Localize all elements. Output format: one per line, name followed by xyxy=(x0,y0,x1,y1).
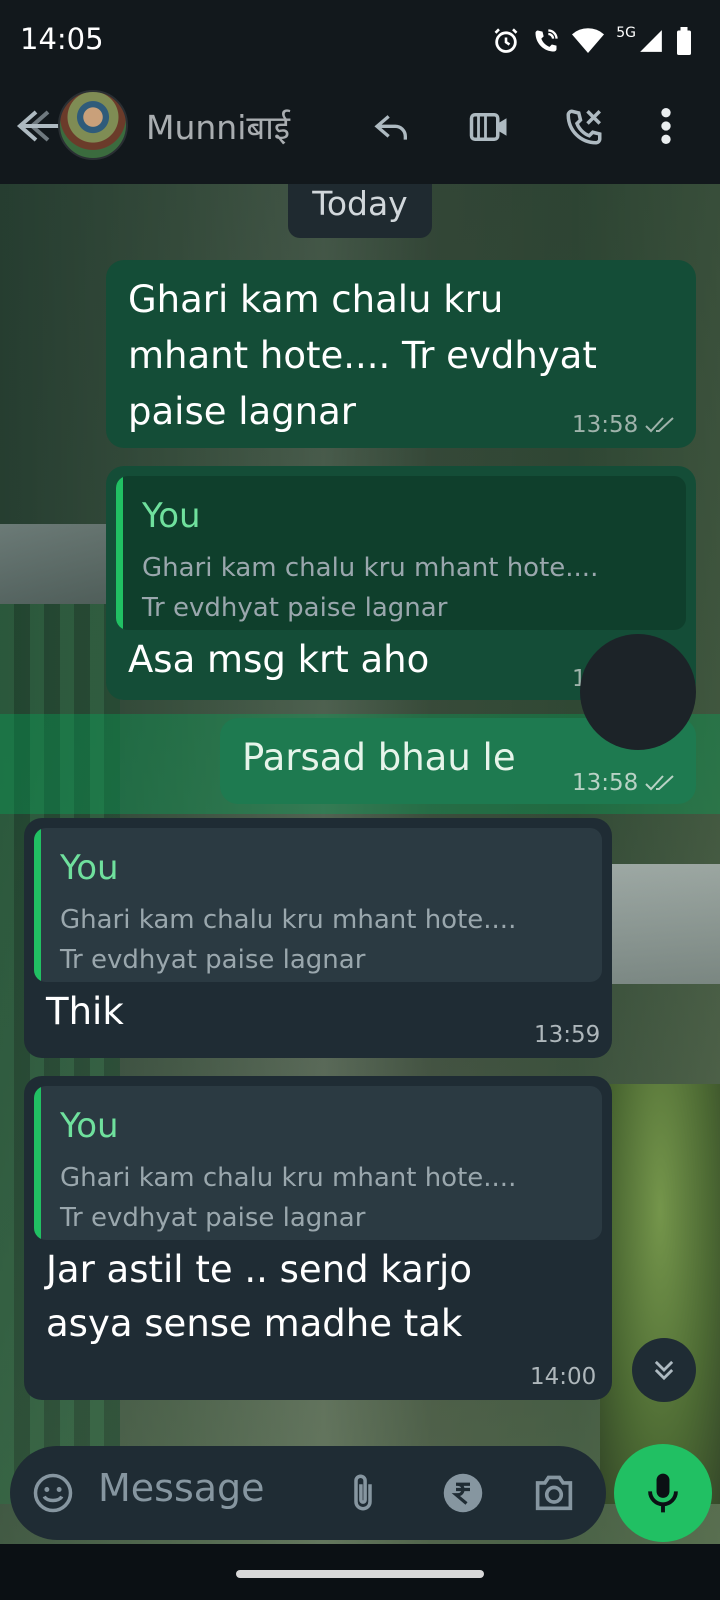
message-text: Asa msg krt aho xyxy=(128,638,430,681)
message-composer[interactable]: Message xyxy=(10,1446,606,1540)
wallpaper-roof xyxy=(600,864,720,984)
reply-icon[interactable] xyxy=(370,108,414,148)
message-meta: 13:59 xyxy=(534,1022,600,1048)
avatar[interactable] xyxy=(58,90,128,160)
quote-text: Ghari kam chalu kru mhant hote.... Tr ev… xyxy=(60,905,517,975)
attach-icon[interactable] xyxy=(348,1472,378,1514)
mic-icon xyxy=(648,1473,678,1513)
quote-author: You xyxy=(60,1106,119,1146)
contact-name[interactable]: Munniबाई xyxy=(146,104,290,149)
chat-header: Munniबाई xyxy=(0,68,720,184)
message-time: 13:59 xyxy=(534,1022,601,1048)
double-check-icon xyxy=(645,775,674,791)
network-label: 5G xyxy=(616,25,636,41)
message-bubble-incoming[interactable]: You Ghari kam chalu kru mhant hote.... T… xyxy=(24,818,612,1058)
scroll-to-bottom-button[interactable] xyxy=(632,1338,696,1402)
navigation-bar xyxy=(0,1544,720,1600)
floating-overlay-bubble[interactable] xyxy=(580,634,696,750)
video-icon[interactable] xyxy=(466,106,512,148)
quote-bar xyxy=(34,1086,41,1240)
quote-text: Ghari kam chalu kru mhant hote.... Tr ev… xyxy=(142,553,599,623)
message-bubble-outgoing[interactable]: Ghari kam chalu kru mhant hote.... Tr ev… xyxy=(106,260,696,448)
message-text: Jar astil te .. send karjo xyxy=(46,1248,472,1291)
date-chip: Today xyxy=(288,184,432,238)
message-meta: 13:58 xyxy=(572,770,676,796)
chevron-double-down-icon xyxy=(654,1360,674,1381)
quote-bar xyxy=(34,828,41,982)
quote-author: You xyxy=(142,496,201,536)
message-bubble-incoming[interactable]: You Ghari kam chalu kru mhant hote.... T… xyxy=(24,1076,612,1400)
quote-text: Ghari kam chalu kru mhant hote.... Tr ev… xyxy=(60,1163,517,1233)
message-text: mhant hote.... Tr evdhyat xyxy=(128,334,597,377)
wifi-call-icon xyxy=(535,29,558,52)
emoji-icon[interactable] xyxy=(32,1472,74,1514)
message-text: Thik xyxy=(46,990,124,1033)
quote-bar xyxy=(116,476,123,630)
status-bar: 14:05 5G xyxy=(0,0,720,68)
double-check-icon xyxy=(645,417,674,433)
chat-area[interactable]: Today Ghari kam chalu kru mhant hote....… xyxy=(0,184,720,1544)
rupee-icon[interactable] xyxy=(442,1472,484,1514)
message-meta: 13:58 xyxy=(572,412,676,438)
quote-author: You xyxy=(60,848,119,888)
call-icon[interactable] xyxy=(562,106,606,148)
message-time: 13:58 xyxy=(572,770,639,796)
message-input[interactable]: Message xyxy=(98,1466,265,1510)
camera-icon[interactable] xyxy=(532,1472,576,1512)
quoted-message[interactable]: You Ghari kam chalu kru mhant hote.... T… xyxy=(34,1086,602,1240)
more-icon[interactable] xyxy=(660,106,672,146)
message-text: paise lagnar xyxy=(128,390,357,433)
message-text: asya sense madhe tak xyxy=(46,1302,463,1345)
status-time: 14:05 xyxy=(20,22,104,56)
message-time: 13:58 xyxy=(572,412,639,438)
message-meta: 14:00 xyxy=(530,1364,596,1390)
quoted-message[interactable]: You Ghari kam chalu kru mhant hote.... T… xyxy=(34,828,602,982)
wallpaper-tree xyxy=(600,1084,720,1504)
quoted-message[interactable]: You Ghari kam chalu kru mhant hote.... T… xyxy=(116,476,686,630)
status-icons: 5G xyxy=(492,25,692,56)
signal-icon xyxy=(640,30,662,52)
gesture-handle[interactable] xyxy=(236,1570,484,1578)
battery-icon xyxy=(677,27,691,55)
message-text: Parsad bhau le xyxy=(242,736,516,779)
message-text: Ghari kam chalu kru xyxy=(128,278,504,321)
wifi-icon xyxy=(572,28,605,53)
message-time: 14:00 xyxy=(530,1364,597,1390)
mic-button[interactable] xyxy=(614,1444,712,1542)
alarm-icon xyxy=(494,28,518,53)
